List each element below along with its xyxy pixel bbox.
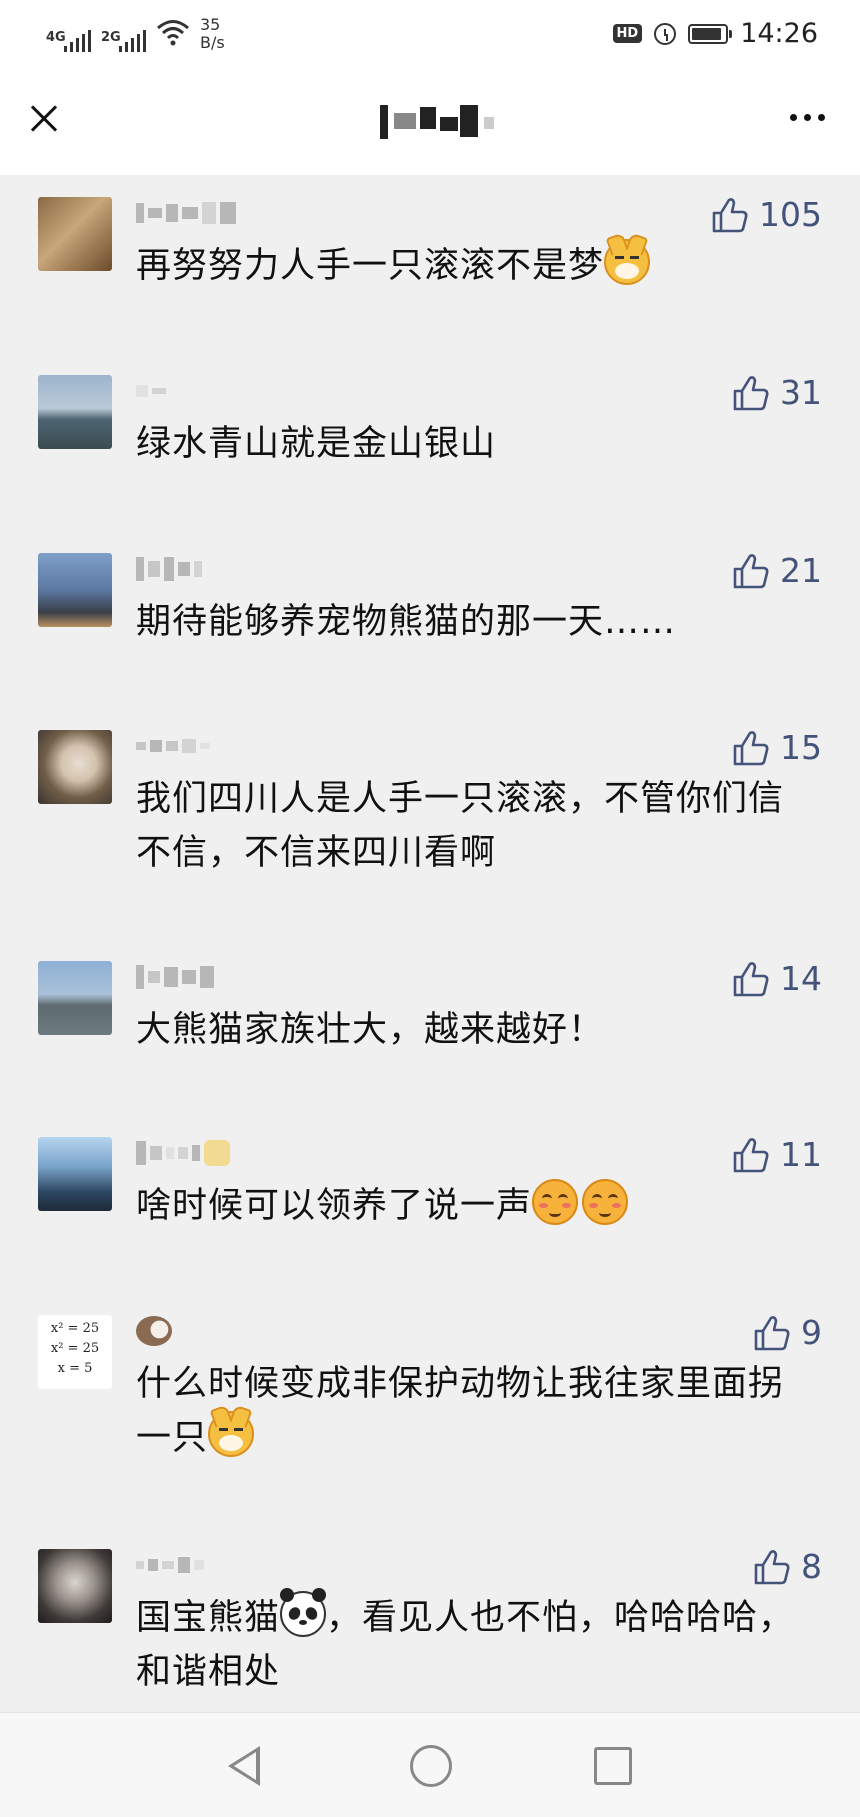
avatar[interactable]	[38, 1137, 112, 1211]
nickname-redacted[interactable]	[136, 199, 236, 227]
comment-text: 什么时候变成非保护动物让我往家里面拐一只	[136, 1357, 816, 1465]
signal-4g-icon: 4G	[46, 30, 91, 52]
like-button[interactable]: 8	[753, 1547, 822, 1586]
comment-text-content: 啥时候可以领养了说一声	[136, 1186, 533, 1226]
signal-2g-icon: 2G	[101, 30, 146, 52]
nickname-coconut[interactable]	[136, 1316, 172, 1346]
wifi-icon	[156, 19, 190, 52]
top-navigation-bar	[0, 75, 860, 175]
like-button[interactable]: 14	[732, 959, 822, 998]
avatar-line: x² = 25	[50, 1341, 100, 1356]
comment-text: 啥时候可以领养了说一声	[136, 1179, 816, 1233]
avatar[interactable]	[38, 961, 112, 1035]
more-icon[interactable]	[790, 107, 834, 127]
like-count: 9	[801, 1313, 822, 1352]
network-speed: 35 B/s	[200, 16, 225, 52]
hd-badge: HD	[612, 24, 643, 43]
avatar[interactable]	[38, 197, 112, 271]
dog-face-icon	[604, 239, 651, 285]
avatar[interactable]: x² = 25 x² = 25 x = 5	[38, 1315, 112, 1389]
status-right: HD 14:26	[612, 18, 818, 49]
network-speed-value: 35	[200, 15, 221, 34]
blush-face-icon	[532, 1179, 579, 1225]
nickname-redacted[interactable]	[136, 963, 214, 991]
like-count: 105	[759, 195, 822, 234]
status-bar: 4G 2G 35 B/s HD 14:26	[0, 0, 860, 75]
nickname-redacted[interactable]	[136, 1139, 230, 1167]
comment-text: 国宝熊猫 ，看见人也不怕，哈哈哈哈，和谐相处	[136, 1588, 816, 1699]
comment-text-content: 再努努力人手一只滚滚不是梦	[136, 246, 605, 286]
comment-text: 大熊猫家族壮大，越来越好！	[136, 1003, 816, 1057]
back-triangle-icon[interactable]	[228, 1746, 260, 1786]
like-count: 11	[780, 1135, 822, 1174]
like-button[interactable]: 11	[732, 1135, 822, 1174]
thumbs-up-icon	[733, 730, 769, 765]
thumbs-up-icon	[712, 197, 748, 232]
panda-face-icon	[280, 1588, 327, 1637]
like-count: 8	[801, 1547, 822, 1586]
comment-text-content: 国宝熊猫	[136, 1598, 281, 1638]
avatar[interactable]	[38, 1549, 112, 1623]
comment-text: 期待能够养宠物熊猫的那一天……	[136, 595, 816, 649]
dog-face-icon	[208, 1411, 255, 1457]
thumbs-up-icon	[754, 1549, 790, 1584]
nickname-redacted[interactable]	[136, 1551, 204, 1579]
avatar[interactable]	[38, 375, 112, 449]
battery-icon	[688, 23, 733, 44]
thumbs-up-icon	[733, 553, 769, 588]
status-left: 4G 2G 35 B/s	[46, 16, 225, 52]
network-speed-unit: B/s	[200, 33, 225, 52]
like-button[interactable]: 31	[732, 373, 822, 412]
comment-text: 再努努力人手一只滚滚不是梦	[136, 239, 816, 293]
avatar-line: x² = 25	[50, 1321, 100, 1336]
like-button[interactable]: 15	[732, 728, 822, 767]
like-count: 31	[780, 373, 822, 412]
recent-square-icon[interactable]	[594, 1747, 632, 1785]
comment-text: 绿水青山就是金山银山	[136, 417, 816, 471]
like-button[interactable]: 105	[711, 195, 822, 234]
thumbs-up-icon	[733, 1137, 769, 1172]
comment-text-content: 绿水青山就是金山银山	[136, 424, 497, 464]
thumbs-up-icon	[733, 375, 769, 410]
nickname-redacted[interactable]	[136, 555, 202, 583]
like-count: 14	[780, 959, 822, 998]
avatar[interactable]	[38, 553, 112, 627]
coconut-icon	[136, 1316, 172, 1346]
thumbs-up-icon	[733, 961, 769, 996]
network-type-4g: 4G	[46, 30, 66, 45]
nickname-redacted[interactable]	[136, 377, 166, 405]
like-count: 21	[780, 551, 822, 590]
comment-text-content: 我们四川人是人手一只滚滚，不管你们信不信，不信来四川看啊	[136, 779, 785, 873]
nickname-redacted[interactable]	[136, 732, 210, 760]
thumbs-up-icon	[754, 1315, 790, 1350]
avatar-line: x = 5	[57, 1361, 93, 1376]
clock-time: 14:26	[740, 18, 818, 49]
page-title-redacted	[380, 103, 510, 139]
comment-text-content: 大熊猫家族壮大，越来越好！	[136, 1010, 605, 1050]
alarm-icon	[654, 22, 677, 45]
home-circle-icon[interactable]	[410, 1745, 452, 1787]
comment-text-content: 期待能够养宠物熊猫的那一天……	[136, 602, 677, 642]
comment-text: 我们四川人是人手一只滚滚，不管你们信不信，不信来四川看啊	[136, 772, 816, 880]
avatar[interactable]	[38, 730, 112, 804]
blush-face-icon	[582, 1179, 629, 1225]
close-icon[interactable]	[26, 101, 62, 137]
like-button[interactable]: 9	[753, 1313, 822, 1352]
network-type-2g: 2G	[101, 30, 121, 45]
like-button[interactable]: 21	[732, 551, 822, 590]
like-count: 15	[780, 728, 822, 767]
system-navigation-bar	[0, 1712, 860, 1817]
